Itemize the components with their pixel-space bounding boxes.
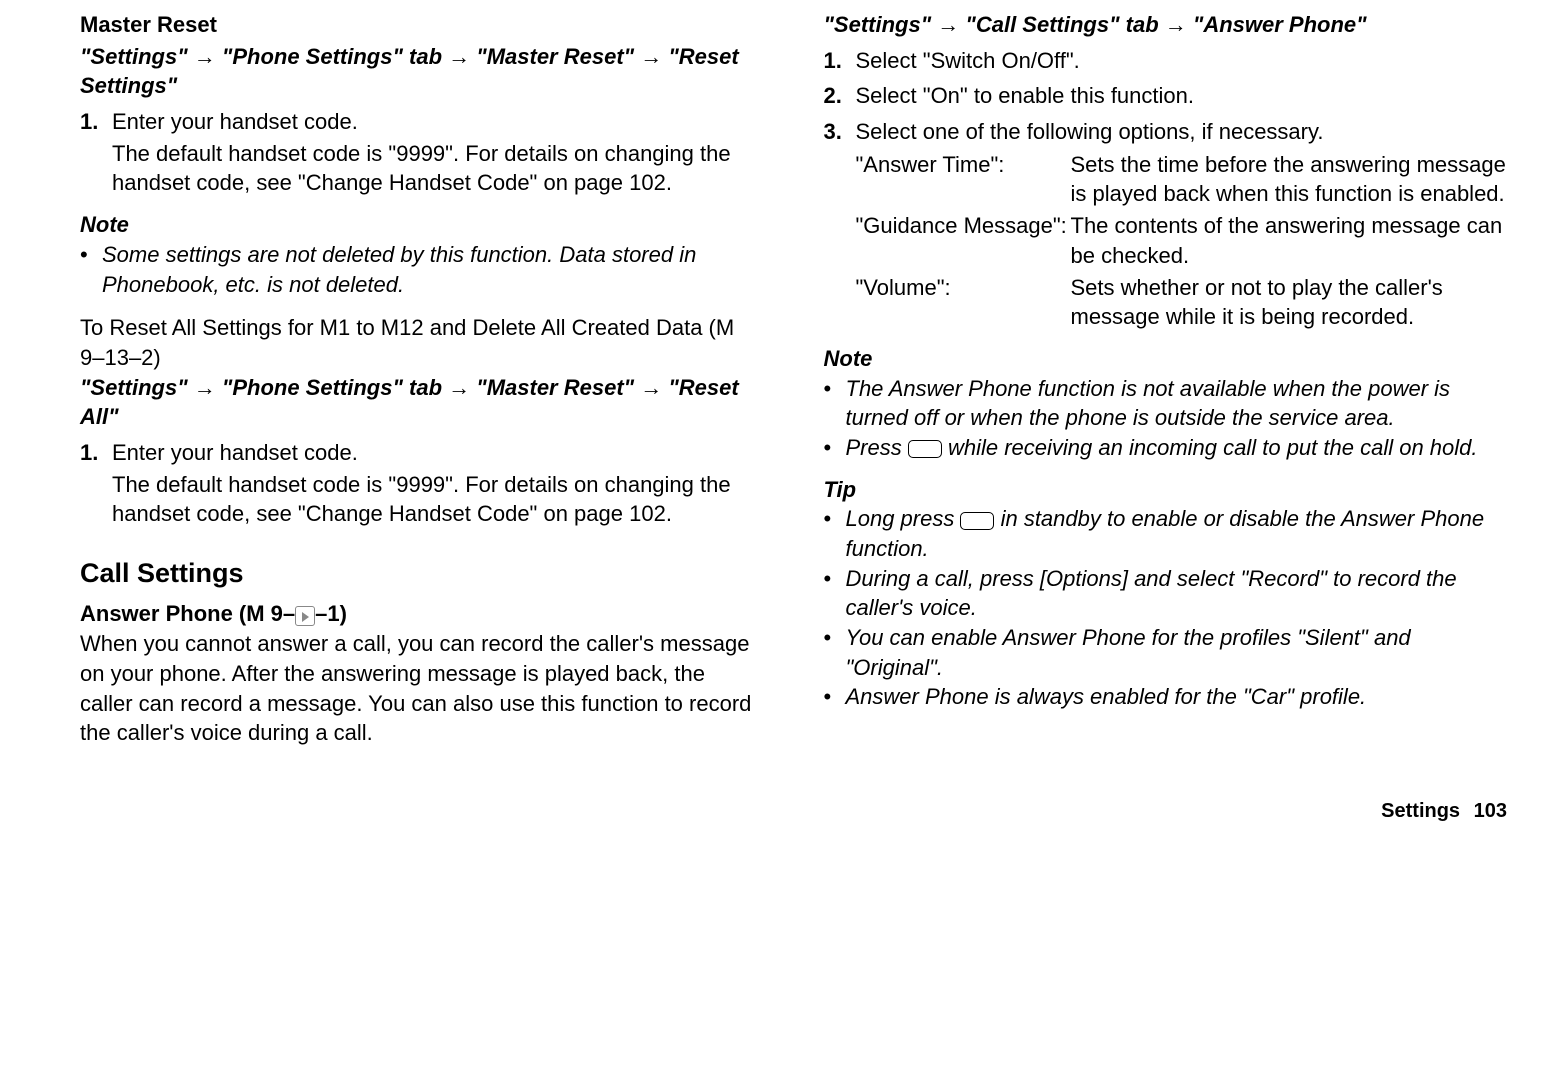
tip-text-pre: Long press	[846, 506, 961, 531]
note-heading: Note	[824, 344, 1508, 374]
answer-phone-label-pre: Answer Phone (M 9–	[80, 601, 295, 626]
step-item: 3. Select one of the following options, …	[824, 117, 1508, 147]
option-description: The contents of the answering message ca…	[1071, 211, 1508, 270]
tip-item: • During a call, press [Options] and sel…	[824, 564, 1508, 623]
options-table: "Answer Time": Sets the time before the …	[856, 150, 1508, 332]
step-text: Select one of the following options, if …	[856, 117, 1508, 147]
step-number: 2.	[824, 81, 856, 111]
page-content: Master Reset "Settings" → "Phone Setting…	[80, 10, 1507, 748]
note-item: • Some settings are not deleted by this …	[80, 240, 764, 299]
end-key-icon	[908, 440, 942, 458]
tip-text: Answer Phone is always enabled for the "…	[846, 682, 1508, 712]
nav-path-answer-phone: "Settings" → "Call Settings" tab → "Answ…	[824, 10, 1508, 40]
path-segment: "Master Reset"	[476, 375, 634, 400]
nav-path-reset-settings: "Settings" → "Phone Settings" tab → "Mas…	[80, 42, 764, 101]
call-settings-heading: Call Settings	[80, 555, 764, 591]
arrow-icon: →	[1165, 12, 1187, 37]
option-row: "Answer Time": Sets the time before the …	[856, 150, 1508, 209]
step-content: Enter your handset code. The default han…	[112, 107, 764, 198]
reset-all-heading: To Reset All Settings for M1 to M12 and …	[80, 313, 764, 372]
tip-list: • Long press in standby to enable or dis…	[824, 504, 1508, 712]
note-text: The Answer Phone function is not availab…	[846, 374, 1508, 433]
nav-path-reset-all: "Settings" → "Phone Settings" tab → "Mas…	[80, 373, 764, 432]
bullet-marker: •	[824, 374, 846, 433]
note-text: Press while receiving an incoming call t…	[846, 433, 1508, 463]
path-segment: "Settings"	[824, 12, 932, 37]
master-reset-heading: Master Reset	[80, 10, 764, 40]
note-text: Some settings are not deleted by this fu…	[102, 240, 764, 299]
tip-item: • Long press in standby to enable or dis…	[824, 504, 1508, 563]
arrow-icon: →	[640, 44, 662, 69]
option-row: "Guidance Message": The contents of the …	[856, 211, 1508, 270]
answer-phone-description: When you cannot answer a call, you can r…	[80, 629, 764, 748]
step-item: 2. Select "On" to enable this function.	[824, 81, 1508, 111]
step-text: Enter your handset code.	[112, 438, 764, 468]
step-item: 1. Enter your handset code. The default …	[80, 107, 764, 198]
step-description: The default handset code is "9999". For …	[112, 139, 764, 198]
step-content: Enter your handset code. The default han…	[112, 438, 764, 529]
step-text: Enter your handset code.	[112, 107, 764, 137]
step-item: 1. Select "Switch On/Off".	[824, 46, 1508, 76]
path-segment: "Phone Settings" tab	[222, 375, 442, 400]
step-number: 3.	[824, 117, 856, 147]
path-segment: "Settings"	[80, 44, 188, 69]
answer-phone-heading: Answer Phone (M 9– –1)	[80, 599, 764, 629]
note-list: • Some settings are not deleted by this …	[80, 240, 764, 299]
step-number: 1.	[80, 107, 112, 198]
arrow-icon: →	[448, 44, 470, 69]
option-label: "Volume":	[856, 273, 1071, 303]
path-segment: "Call Settings" tab	[965, 12, 1158, 37]
tip-item: • Answer Phone is always enabled for the…	[824, 682, 1508, 712]
tip-text: Long press in standby to enable or disab…	[846, 504, 1508, 563]
option-row: "Volume": Sets whether or not to play th…	[856, 273, 1508, 332]
footer-section-label: Settings	[1381, 800, 1460, 822]
option-description: Sets whether or not to play the caller's…	[1071, 273, 1508, 332]
bullet-marker: •	[824, 564, 846, 623]
step-number: 1.	[80, 438, 112, 529]
path-segment: "Master Reset"	[476, 44, 634, 69]
option-label: "Answer Time":	[856, 150, 1071, 180]
step-description: The default handset code is "9999". For …	[112, 470, 764, 529]
footer-page-number: 103	[1474, 800, 1507, 822]
arrow-icon: →	[194, 375, 216, 400]
step-text: Select "Switch On/Off".	[856, 46, 1508, 76]
note-list: • The Answer Phone function is not avail…	[824, 374, 1508, 463]
note-heading: Note	[80, 210, 764, 240]
path-segment: "Settings"	[80, 375, 188, 400]
note-text-post: while receiving an incoming call to put …	[942, 435, 1478, 460]
page-footer: Settings 103	[80, 798, 1507, 825]
arrow-icon: →	[194, 44, 216, 69]
option-label: "Guidance Message":	[856, 211, 1071, 241]
tip-text: You can enable Answer Phone for the prof…	[846, 623, 1508, 682]
step-number: 1.	[824, 46, 856, 76]
arrow-icon: →	[640, 375, 662, 400]
option-description: Sets the time before the answering messa…	[1071, 150, 1508, 209]
path-segment: "Answer Phone"	[1193, 12, 1367, 37]
right-arrow-key-icon	[295, 606, 315, 626]
note-item: • Press while receiving an incoming call…	[824, 433, 1508, 463]
step-item: 1. Enter your handset code. The default …	[80, 438, 764, 529]
tip-item: • You can enable Answer Phone for the pr…	[824, 623, 1508, 682]
tip-text: During a call, press [Options] and selec…	[846, 564, 1508, 623]
bullet-marker: •	[824, 504, 846, 563]
step-text: Select "On" to enable this function.	[856, 81, 1508, 111]
tip-heading: Tip	[824, 475, 1508, 505]
arrow-icon: →	[937, 12, 959, 37]
bullet-marker: •	[824, 433, 846, 463]
note-item: • The Answer Phone function is not avail…	[824, 374, 1508, 433]
answer-phone-label-post: –1)	[315, 601, 347, 626]
arrow-icon: →	[448, 375, 470, 400]
bullet-marker: •	[80, 240, 102, 299]
clear-key-icon	[960, 512, 994, 530]
path-segment: "Phone Settings" tab	[222, 44, 442, 69]
left-column: Master Reset "Settings" → "Phone Setting…	[80, 10, 764, 748]
bullet-marker: •	[824, 623, 846, 682]
bullet-marker: •	[824, 682, 846, 712]
note-text-pre: Press	[846, 435, 908, 460]
right-column: "Settings" → "Call Settings" tab → "Answ…	[824, 10, 1508, 748]
